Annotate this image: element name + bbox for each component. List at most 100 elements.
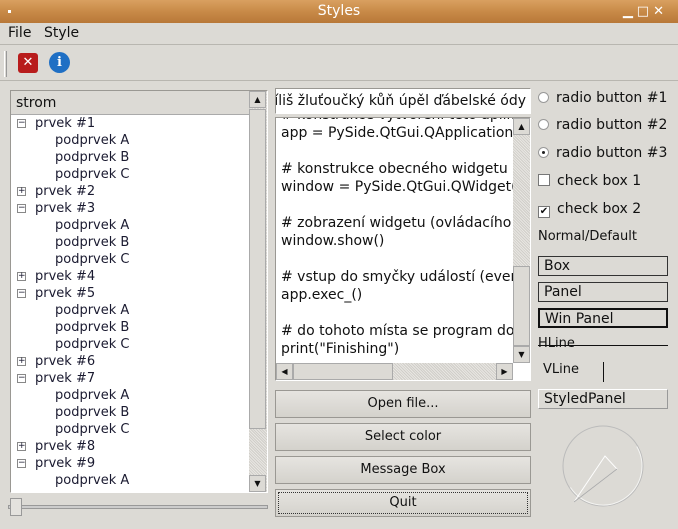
menu-file[interactable]: File	[8, 25, 31, 41]
tree-subitem-label: podprvek C	[55, 337, 130, 352]
info-icon: i	[57, 55, 62, 70]
title-bar: Styles ▁□✕	[0, 0, 678, 23]
scrollbar-thumb[interactable]	[293, 363, 393, 380]
expand-icon[interactable]: +	[17, 272, 26, 281]
tree-subitem-label: podprvek B	[55, 235, 130, 250]
radio-button-1[interactable]: radio button #1	[538, 90, 667, 106]
text-line-edit[interactable]: příliš žluťoučký kůň úpěl ďábelské ódy	[275, 88, 531, 114]
tree-header[interactable]: strom	[11, 91, 249, 115]
frame-hline: HLine	[538, 336, 668, 351]
window-controls[interactable]: ▁□✕	[623, 0, 668, 23]
tree-item-label: prvek #7	[35, 371, 96, 386]
radio-label: radio button #2	[556, 117, 668, 133]
scroll-up-arrow-icon[interactable]: ▲	[513, 118, 530, 135]
scrollbar-thumb[interactable]	[513, 266, 530, 346]
tree-subitem-label: podprvek B	[55, 150, 130, 165]
frame-styled-panel: StyledPanel	[538, 389, 668, 409]
code-line: window = PySide.QtGui.QWidget()	[281, 179, 513, 195]
tree-subitem-label: podprvek C	[55, 252, 130, 267]
scroll-right-arrow-icon[interactable]: ▶	[496, 363, 513, 380]
tree-item-label: prvek #5	[35, 286, 96, 301]
quit-tool-button[interactable]: ✕	[18, 53, 38, 73]
close-icon: ✕	[22, 55, 34, 70]
frame-box: Box	[538, 256, 668, 276]
collapse-icon[interactable]: −	[17, 119, 26, 128]
tree-item-label: prvek #4	[35, 269, 96, 284]
radio-label: radio button #1	[556, 90, 668, 106]
scrollbar-thumb[interactable]	[249, 109, 266, 429]
select-color-button[interactable]: Select color	[275, 423, 531, 451]
frame-win-panel: Win Panel	[538, 308, 668, 328]
tree-subitem-label: podprvek A	[55, 473, 130, 488]
check-box-1[interactable]: check box 1	[538, 173, 641, 189]
radio-button-3[interactable]: radio button #3	[538, 145, 667, 161]
vline-divider	[603, 362, 604, 382]
collapse-icon[interactable]: −	[17, 459, 26, 468]
tree-item-label: prvek #2	[35, 184, 96, 199]
checkbox-indicator	[538, 174, 550, 186]
radio-indicator	[538, 119, 549, 130]
tree-item-label: prvek #9	[35, 456, 96, 471]
checkbox-label: check box 1	[557, 173, 642, 189]
frame-vline: VLine	[543, 362, 579, 377]
horizontal-slider[interactable]	[8, 498, 268, 516]
code-line: # zobrazení widgetu (ovládacího prvku)	[281, 215, 513, 231]
collapse-icon[interactable]: −	[17, 204, 26, 213]
frame-panel: Panel	[538, 282, 668, 302]
code-line: window.show()	[281, 233, 385, 249]
radio-indicator	[538, 92, 549, 103]
toolbar-handle[interactable]	[4, 51, 7, 77]
code-line: app = PySide.QtGui.QApplication(sys.argv…	[281, 125, 513, 141]
code-line: # do tohoto místa se program dostane	[281, 323, 513, 339]
tree-vertical-scrollbar[interactable]: ▲ ▼	[249, 91, 267, 492]
tree-subitem-label: podprvek A	[55, 303, 130, 318]
scroll-down-arrow-icon[interactable]: ▼	[249, 475, 266, 492]
check-box-2[interactable]: ✔ check box 2	[538, 201, 641, 218]
tree-subitem-label: podprvek A	[55, 218, 130, 233]
dial[interactable]	[560, 423, 646, 509]
slider-handle[interactable]	[10, 498, 22, 516]
collapse-icon[interactable]: −	[17, 374, 26, 383]
scroll-down-arrow-icon[interactable]: ▼	[513, 346, 530, 363]
radio-label: radio button #3	[556, 145, 668, 161]
checkbox-label: check box 2	[557, 201, 642, 217]
menu-style[interactable]: Style	[44, 25, 79, 41]
tree-item-label: prvek #1	[35, 116, 96, 131]
message-box-button[interactable]: Message Box	[275, 456, 531, 484]
collapse-icon[interactable]: −	[17, 289, 26, 298]
tree-subitem-label: podprvek A	[55, 388, 130, 403]
radio-button-2[interactable]: radio button #2	[538, 117, 667, 133]
tree-view[interactable]: strom − prvek #1 podprvek Apodprvek Bpodpr…	[10, 90, 268, 493]
code-line: print("Finishing")	[281, 341, 400, 357]
tree-subitem-label: podprvek B	[55, 405, 130, 420]
tree-item-label: prvek #6	[35, 354, 96, 369]
open-file-button[interactable]: Open file...	[275, 390, 531, 418]
scroll-left-arrow-icon[interactable]: ◀	[276, 363, 293, 380]
expand-icon[interactable]: +	[17, 187, 26, 196]
tree-body: − prvek #1 podprvek Apodprvek Bpodprvek C +…	[11, 115, 249, 492]
about-tool-button[interactable]: i	[49, 52, 70, 73]
code-horizontal-scrollbar[interactable]: ◀ ▶	[276, 363, 513, 380]
dial-needle	[573, 455, 618, 503]
code-text-edit[interactable]: # konstrukce vytvoření této aplikaceapp …	[275, 117, 531, 381]
expand-icon[interactable]: +	[17, 442, 26, 451]
checkmark-icon: ✔	[538, 206, 550, 218]
quit-button[interactable]: Quit	[275, 489, 531, 517]
scroll-up-arrow-icon[interactable]: ▲	[249, 91, 266, 108]
expand-icon[interactable]: +	[17, 357, 26, 366]
tree-item-label: prvek #8	[35, 439, 96, 454]
tree-subitem-label: podprvek A	[55, 133, 130, 148]
frame-normal-default: Normal/Default	[538, 229, 637, 244]
menu-bar: File Style	[0, 23, 678, 45]
tree-subitem-label: podprvek C	[55, 167, 130, 182]
toolbar: ✕ i	[0, 45, 678, 81]
code-vertical-scrollbar[interactable]: ▲ ▼	[513, 118, 530, 363]
line-edit-value: příliš žluťoučký kůň úpěl ďábelské ódy	[275, 93, 526, 109]
tree-item-label: prvek #3	[35, 201, 96, 216]
code-line: app.exec_()	[281, 287, 363, 303]
radio-indicator	[538, 147, 549, 158]
window-title: Styles	[317, 3, 361, 19]
code-line: # konstrukce obecného widgetu (okna)	[281, 161, 513, 177]
hline-label: HLine	[538, 336, 575, 351]
window-menu-icon[interactable]	[8, 10, 11, 13]
